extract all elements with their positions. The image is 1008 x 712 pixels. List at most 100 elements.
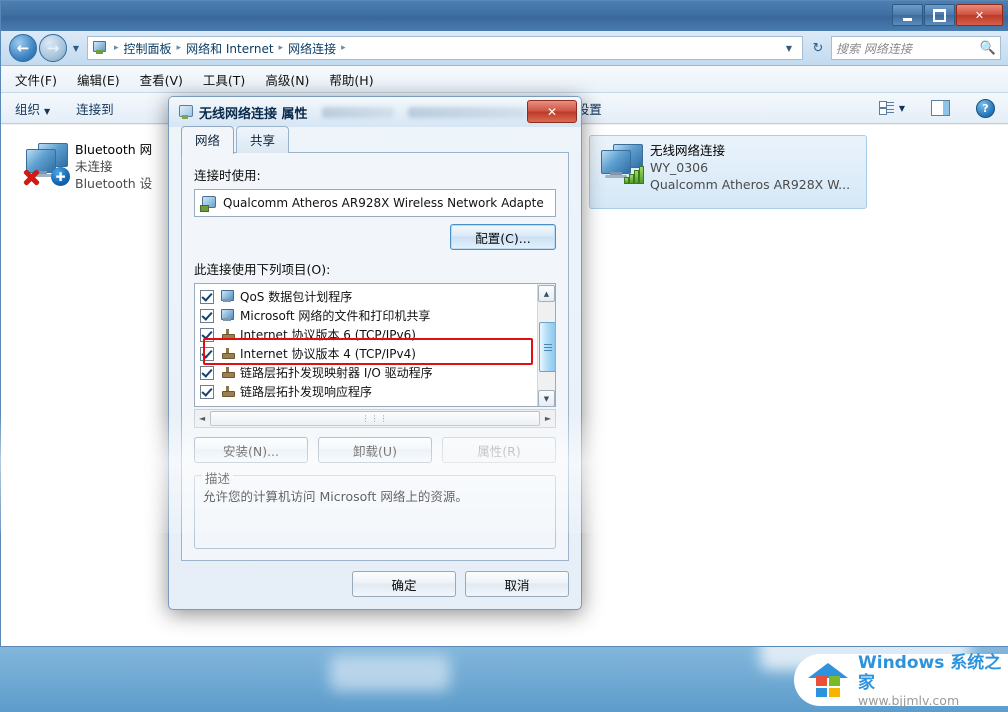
network-tab-panel: 连接时使用: Qualcomm Atheros AR928X Wireless … xyxy=(181,152,569,561)
connection-status: 未连接 xyxy=(75,159,113,174)
protocol-icon xyxy=(220,347,235,360)
list-item-label: QoS 数据包计划程序 xyxy=(240,290,353,304)
checkbox[interactable] xyxy=(200,384,214,399)
menu-file[interactable]: 文件(F) xyxy=(15,70,57,89)
address-dropdown-icon[interactable]: ▼ xyxy=(780,44,798,53)
network-adapter-icon xyxy=(598,142,646,186)
horizontal-scrollbar[interactable]: ◄ ⋮⋮⋮ ► xyxy=(194,409,556,428)
scroll-right-button[interactable]: ► xyxy=(542,414,554,423)
chevron-down-icon: ▼ xyxy=(44,106,51,116)
network-folder-icon xyxy=(92,40,107,56)
close-icon: ✕ xyxy=(974,8,985,22)
menu-edit[interactable]: 编辑(E) xyxy=(77,70,120,89)
maximize-button[interactable] xyxy=(924,4,955,26)
menu-tools[interactable]: 工具(T) xyxy=(203,70,245,89)
install-button[interactable]: 安装(N)... xyxy=(194,437,308,463)
configure-button[interactable]: 配置(C)... xyxy=(450,224,556,250)
navigation-bar: ← → ▼ ▸ 控制面板 ▸ 网络和 Internet ▸ 网络连接 ▸ ▼ ↻… xyxy=(1,31,1008,66)
dialog-close-button[interactable]: ✕ xyxy=(527,100,577,123)
description-group: 描述 允许您的计算机访问 Microsoft 网络上的资源。 xyxy=(194,468,556,549)
checkbox[interactable] xyxy=(200,327,214,342)
checkbox[interactable] xyxy=(200,308,214,323)
hscrollbar-thumb[interactable]: ⋮⋮⋮ xyxy=(210,411,540,426)
tab-network[interactable]: 网络 xyxy=(181,126,235,154)
breadcrumb-item-network-connections[interactable]: 网络连接 xyxy=(288,40,336,57)
menu-advanced[interactable]: 高级(N) xyxy=(265,70,309,89)
breadcrumb[interactable]: ▸ 控制面板 ▸ 网络和 Internet ▸ 网络连接 ▸ xyxy=(109,40,351,57)
scroll-up-button[interactable]: ▲ xyxy=(538,285,555,302)
watermark-brand: Windows 系统之家 xyxy=(858,653,1008,693)
chevron-down-icon: ▼ xyxy=(898,103,905,113)
chevron-down-icon: ▼ xyxy=(543,394,550,403)
ok-button[interactable]: 确定 xyxy=(352,571,456,597)
minimize-button[interactable] xyxy=(892,4,923,26)
vertical-scrollbar[interactable]: ▲ ▼ xyxy=(537,284,555,406)
connection-device: Qualcomm Atheros AR928X W... xyxy=(650,177,851,192)
refresh-icon: ↻ xyxy=(812,40,824,56)
list-item[interactable]: Microsoft 网络的文件和打印机共享 xyxy=(200,306,538,325)
search-input[interactable]: 搜索 网络连接 🔍 xyxy=(831,36,1001,60)
dialog-actions: 确定 取消 xyxy=(352,571,569,597)
grip-icon: ⋮⋮⋮ xyxy=(361,414,389,423)
list-item-label: Internet 协议版本 6 (TCP/IPv6) xyxy=(240,328,416,342)
menu-bar: 文件(F) 编辑(E) 查看(V) 工具(T) 高级(N) 帮助(H) xyxy=(1,66,1008,93)
network-adapter-icon: ✚ xyxy=(21,141,71,187)
configure-row: 配置(C)... xyxy=(194,224,556,250)
bluetooth-icon: ✚ xyxy=(51,167,70,186)
connection-status: WY_0306 xyxy=(650,160,709,175)
checkbox[interactable] xyxy=(200,346,214,361)
connection-device: Bluetooth 设 xyxy=(75,176,153,191)
censored-text-region xyxy=(321,106,394,118)
menu-view[interactable]: 查看(V) xyxy=(140,70,183,89)
watermark-url: www.bjjmlv.com xyxy=(858,692,960,708)
toolbar-organize[interactable]: 组织 ▼ xyxy=(15,99,50,118)
censored-text-region xyxy=(407,106,526,118)
list-item[interactable]: 链路层拓扑发现响应程序 xyxy=(200,382,538,401)
adapter-icon xyxy=(200,195,216,212)
description-text: 允许您的计算机访问 Microsoft 网络上的资源。 xyxy=(203,489,468,504)
address-bar[interactable]: ▸ 控制面板 ▸ 网络和 Internet ▸ 网络连接 ▸ ▼ xyxy=(87,36,803,60)
connection-name: 无线网络连接 xyxy=(650,143,726,158)
scrollbar-thumb[interactable] xyxy=(539,322,555,372)
recent-pages-caret-icon[interactable]: ▼ xyxy=(69,44,83,53)
preview-pane-button[interactable] xyxy=(931,100,950,116)
adapter-field[interactable]: Qualcomm Atheros AR928X Wireless Network… xyxy=(194,189,556,217)
adapter-name: Qualcomm Atheros AR928X Wireless Network… xyxy=(223,196,544,210)
forward-button[interactable]: → xyxy=(39,34,67,62)
scroll-down-button[interactable]: ▼ xyxy=(538,390,555,406)
menu-help[interactable]: 帮助(H) xyxy=(329,70,373,89)
tab-sharing[interactable]: 共享 xyxy=(236,126,290,153)
back-button[interactable]: ← xyxy=(9,34,37,62)
breadcrumb-separator-icon: ▸ xyxy=(114,43,119,53)
refresh-button[interactable]: ↻ xyxy=(807,37,829,59)
wireless-adapter-icon xyxy=(177,104,193,120)
items-label: 此连接使用下列项目(O): xyxy=(194,262,331,277)
breadcrumb-item-control-panel[interactable]: 控制面板 xyxy=(124,40,172,57)
breadcrumb-item-network-internet[interactable]: 网络和 Internet xyxy=(186,40,273,57)
cancel-button[interactable]: 取消 xyxy=(465,571,569,597)
help-icon: ? xyxy=(982,101,989,115)
properties-button: 属性(R) xyxy=(442,437,556,463)
list-item[interactable]: QoS 数据包计划程序 xyxy=(200,287,538,306)
list-item[interactable]: Internet 协议版本 6 (TCP/IPv6) xyxy=(200,325,538,344)
desktop-blur-region xyxy=(330,655,450,691)
checkbox[interactable] xyxy=(200,365,214,380)
list-item[interactable]: 链路层拓扑发现映射器 I/O 驱动程序 xyxy=(200,363,538,382)
breadcrumb-separator-icon: ▸ xyxy=(278,43,284,53)
view-options-button[interactable]: ▼ xyxy=(878,101,905,115)
list-item-tcpipv4[interactable]: Internet 协议版本 4 (TCP/IPv4) xyxy=(200,344,538,363)
service-icon xyxy=(220,309,235,322)
scroll-left-button[interactable]: ◄ xyxy=(196,414,208,423)
list-item-label: 链路层拓扑发现响应程序 xyxy=(240,385,373,399)
windows-house-logo-icon xyxy=(808,663,848,697)
help-button[interactable]: ? xyxy=(976,98,995,118)
components-listbox[interactable]: QoS 数据包计划程序 Microsoft 网络的文件和打印机共享 Intern… xyxy=(194,283,556,407)
toolbar-connect-to[interactable]: 连接到 xyxy=(76,99,114,118)
checkbox[interactable] xyxy=(200,289,214,304)
connection-item-wireless[interactable]: 无线网络连接 WY_0306 Qualcomm Atheros AR928X W… xyxy=(589,135,867,209)
close-button[interactable]: ✕ xyxy=(956,4,1003,26)
disconnected-x-icon xyxy=(21,167,41,187)
uninstall-button[interactable]: 卸载(U) xyxy=(318,437,432,463)
dialog-title: 无线网络连接 属性 xyxy=(199,106,308,122)
dialog-tabs: 网络 共享 xyxy=(181,126,291,154)
